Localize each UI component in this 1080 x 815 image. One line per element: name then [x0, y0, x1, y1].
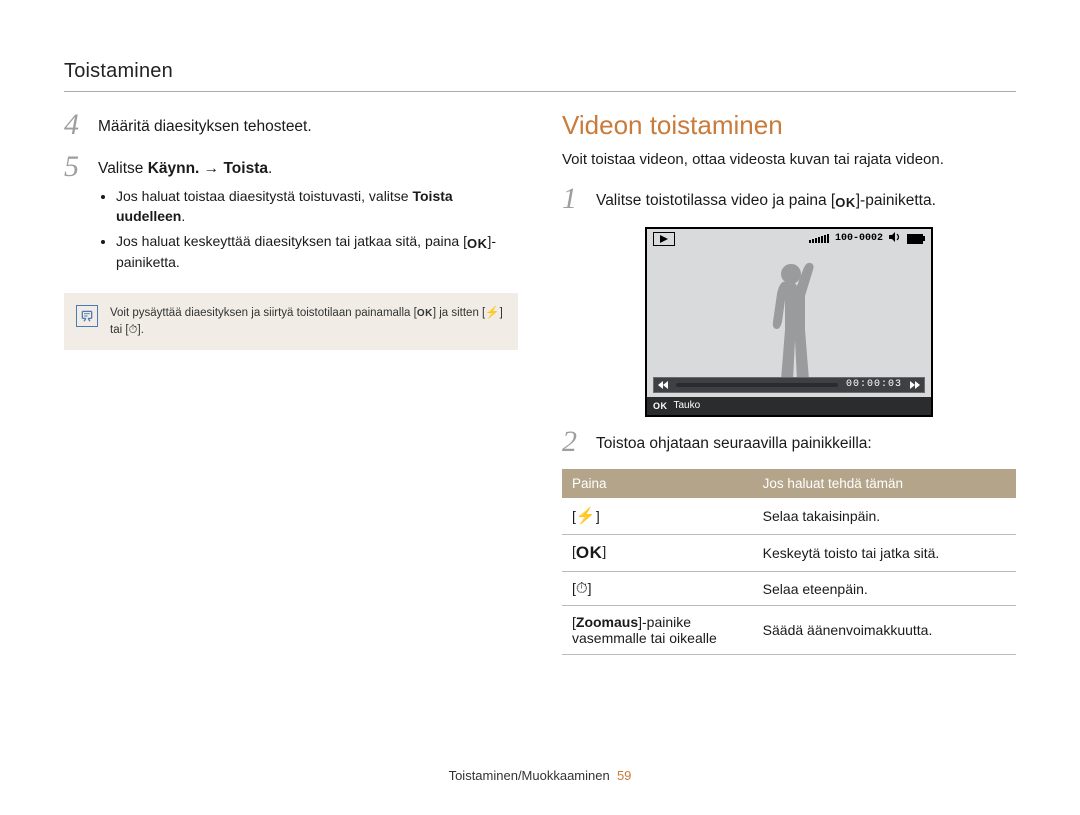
controls-table: Paina Jos haluat tehdä tämän [⚡] Selaa t…: [562, 469, 1016, 655]
play-mode-icon: [653, 232, 675, 246]
step-text: Toistoa ohjataan seuraavilla painikkeill…: [596, 427, 872, 459]
note-icon: [76, 305, 98, 327]
file-counter: 100-0002: [835, 233, 883, 244]
heading-video-playback: Videon toistaminen: [562, 110, 1016, 141]
step-number: 4: [64, 110, 86, 142]
timer-icon: ⏱: [576, 580, 588, 597]
step-number: 2: [562, 427, 584, 459]
camera-screen: 100-0002: [645, 227, 933, 417]
section-title: Toistaminen: [64, 60, 1016, 83]
progress-track: [676, 383, 838, 387]
pause-label: Tauko: [674, 400, 701, 411]
battery-icon: [907, 234, 925, 244]
camera-topbar: 100-0002: [647, 229, 931, 249]
step-2: 2 Toistoa ohjataan seuraavilla painikkei…: [562, 427, 1016, 459]
step-1: 1 Valitse toistotilassa video ja paina […: [562, 184, 1016, 217]
person-silhouette: [749, 260, 829, 395]
table-row: [Zoomaus]-painike vasemmalle tai oikeall…: [562, 606, 1016, 655]
left-column: 4 Määritä diaesityksen tehosteet. 5 Vali…: [64, 110, 518, 655]
page-footer: Toistaminen/Muokkaaminen 59: [0, 768, 1080, 783]
signal-icon: [809, 234, 829, 243]
divider: [64, 91, 1016, 92]
step-4: 4 Määritä diaesityksen tehosteet.: [64, 110, 518, 142]
intro-text: Voit toistaa videon, ottaa videosta kuva…: [562, 151, 1016, 168]
ok-icon: OK: [576, 543, 603, 563]
step-number: 5: [64, 152, 86, 278]
right-column: Videon toistaminen Voit toistaa videon, …: [562, 110, 1016, 655]
step-text: Määritä diaesityksen tehosteet.: [98, 110, 312, 142]
flash-icon: ⚡: [485, 307, 499, 319]
ok-label: OK: [653, 401, 668, 411]
camera-bottombar: OK Tauko: [647, 397, 931, 415]
bullet-item: Jos haluat keskeyttää diaesityksen tai j…: [116, 232, 518, 273]
timestamp: 00:00:03: [842, 379, 906, 390]
play-bar: 00:00:03: [653, 377, 925, 393]
rewind-icon: [654, 378, 672, 392]
timer-icon: ⏱: [129, 324, 138, 336]
step-5: 5 Valitse Käynn. → Toista. Jos haluat to…: [64, 152, 518, 278]
volume-icon: [889, 232, 901, 246]
table-row: [⚡] Selaa takaisinpäin.: [562, 498, 1016, 535]
bullet-item: Jos haluat toistaa diaesitystä toistuvas…: [116, 187, 518, 226]
note-text: Voit pysäyttää diaesityksen ja siirtyä t…: [110, 305, 504, 338]
table-row: [OK] Keskeytä toisto tai jatka sitä.: [562, 535, 1016, 572]
ok-icon: OK: [417, 308, 433, 319]
step-number: 1: [562, 184, 584, 217]
table-header: Jos haluat tehdä tämän: [753, 469, 1016, 498]
table-row: [⏱] Selaa eteenpäin.: [562, 572, 1016, 606]
step-text: Valitse toistotilassa video ja paina [OK…: [596, 184, 936, 217]
ok-icon: OK: [835, 194, 856, 213]
ok-icon: OK: [467, 235, 488, 253]
forward-icon: [906, 378, 924, 392]
note-box: Voit pysäyttää diaesityksen ja siirtyä t…: [64, 293, 518, 350]
flash-icon: ⚡: [576, 508, 596, 525]
step-text: Valitse Käynn. → Toista. Jos haluat tois…: [98, 152, 518, 278]
table-header: Paina: [562, 469, 753, 498]
